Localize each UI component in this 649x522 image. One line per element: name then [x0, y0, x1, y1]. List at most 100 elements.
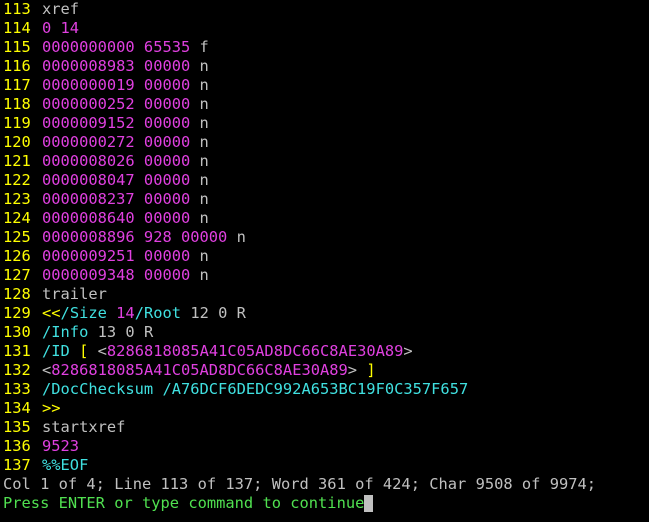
editor-line[interactable]: 133/DocChecksum /A76DCF6DEDC992A653BC19F… — [0, 380, 649, 399]
line-content: 0000009348 00000 n — [42, 266, 209, 285]
syntax-token: n — [199, 209, 209, 227]
editor-line[interactable]: 121 0000008026 00000 n — [0, 152, 649, 171]
editor-line[interactable]: 118 0000000252 00000 n — [0, 95, 649, 114]
line-content: 0000008640 00000 n — [42, 209, 209, 228]
line-number: 115 — [3, 38, 31, 56]
editor-line[interactable]: 132 <8286818085A41C05AD8DC66C8AE30A89> ] — [0, 361, 649, 380]
line-content: xref — [42, 0, 79, 19]
line-number: 127 — [3, 266, 31, 284]
syntax-token: 0000008237 00000 — [42, 190, 200, 208]
line-content: >> — [42, 399, 61, 418]
line-number: 135 — [3, 418, 31, 436]
syntax-token: 13 0 R — [97, 323, 154, 341]
editor-line[interactable]: 117 0000000019 00000 n — [0, 76, 649, 95]
syntax-token: f — [199, 38, 209, 56]
line-number: 123 — [3, 190, 31, 208]
syntax-token: trailer — [42, 285, 107, 303]
syntax-token: 8286818085A41C05AD8DC66C8AE30A89 — [51, 361, 348, 379]
line-number: 126 — [3, 247, 31, 265]
syntax-token: 0000008047 00000 — [42, 171, 200, 189]
syntax-token: [ — [79, 342, 98, 360]
line-number: 118 — [3, 95, 31, 113]
editor-line[interactable]: 123 0000008237 00000 n — [0, 190, 649, 209]
syntax-token: 0000000272 00000 — [42, 133, 200, 151]
line-number: 125 — [3, 228, 31, 246]
line-content: 0000008047 00000 n — [42, 171, 209, 190]
syntax-token: 0000000000 65535 — [42, 38, 200, 56]
prompt-text: Press ENTER or type command to continue — [3, 494, 365, 512]
line-number: 122 — [3, 171, 31, 189]
syntax-token: n — [199, 133, 209, 151]
editor-line[interactable]: 124 0000008640 00000 n — [0, 209, 649, 228]
syntax-token: n — [199, 171, 209, 189]
line-content: 0000000019 00000 n — [42, 76, 209, 95]
editor-buffer: 113 xref 114 0 14 115 0000000000 65535 f 116 00… — [0, 0, 649, 475]
syntax-token: > — [347, 361, 367, 379]
editor-line[interactable]: 125 0000008896 928 00000 n — [0, 228, 649, 247]
syntax-token: n — [199, 266, 209, 284]
syntax-token: 0000009251 00000 — [42, 247, 200, 265]
editor-line[interactable]: 135 startxref — [0, 418, 649, 437]
syntax-token: n — [199, 190, 209, 208]
editor-line[interactable]: 126 0000009251 00000 n — [0, 247, 649, 266]
line-number: 131 — [3, 342, 31, 360]
continue-prompt[interactable]: Press ENTER or type command to continue — [0, 494, 649, 513]
syntax-token: 0000000252 00000 — [42, 95, 200, 113]
line-number: 130 — [3, 323, 31, 341]
syntax-token: ] — [366, 361, 376, 379]
line-number: 134 — [3, 399, 31, 417]
line-content: <</Size 14/Root 12 0 R — [42, 304, 246, 323]
editor-line[interactable]: 127 0000009348 00000 n — [0, 266, 649, 285]
line-number: 133 — [3, 380, 31, 398]
syntax-token: << — [42, 304, 61, 322]
editor-line[interactable]: 137 %%EOF — [0, 456, 649, 475]
line-content: 0000000272 00000 n — [42, 133, 209, 152]
cursor-block — [364, 495, 374, 512]
editor-line[interactable]: 119 0000009152 00000 n — [0, 114, 649, 133]
syntax-token: n — [199, 152, 209, 170]
editor-line[interactable]: 116 0000008983 00000 n — [0, 57, 649, 76]
syntax-token: 0000008640 00000 — [42, 209, 200, 227]
syntax-token: 0000009152 00000 — [42, 114, 200, 132]
line-number: 124 — [3, 209, 31, 227]
editor-line[interactable]: 129 <</Size 14/Root 12 0 R — [0, 304, 649, 323]
line-number: 136 — [3, 437, 31, 455]
editor-line[interactable]: 134 >> — [0, 399, 649, 418]
line-number: 137 — [3, 456, 31, 474]
line-number: 120 — [3, 133, 31, 151]
terminal-window[interactable]: 113 xref 114 0 14 115 0000000000 65535 f 116 00… — [0, 0, 649, 522]
syntax-token: xref — [42, 0, 80, 18]
syntax-token: %%EOF — [42, 456, 89, 474]
editor-line[interactable]: 130/Info 13 0 R — [0, 323, 649, 342]
editor-line[interactable]: 115 0000000000 65535 f — [0, 38, 649, 57]
line-number: 121 — [3, 152, 31, 170]
syntax-token: 9523 — [42, 437, 80, 455]
editor-line[interactable]: 136 9523 — [0, 437, 649, 456]
line-number: 128 — [3, 285, 31, 303]
status-message: Col 1 of 4; Line 113 of 137; Word 361 of… — [3, 475, 597, 493]
line-number: 116 — [3, 57, 31, 75]
line-content: 0000009251 00000 n — [42, 247, 209, 266]
editor-line[interactable]: 131/ID [ <8286818085A41C05AD8DC66C8AE30A… — [0, 342, 649, 361]
syntax-token: 0000008983 00000 — [42, 57, 200, 75]
line-content: 0000000252 00000 n — [42, 95, 209, 114]
line-content: /DocChecksum /A76DCF6DEDC992A653BC19F0C3… — [42, 380, 468, 399]
editor-line[interactable]: 114 0 14 — [0, 19, 649, 38]
line-content: 0000000000 65535 f — [42, 38, 209, 57]
syntax-token: n — [199, 76, 209, 94]
syntax-token: /Info — [42, 323, 98, 341]
line-content: %%EOF — [42, 456, 88, 475]
line-number: 113 — [3, 0, 31, 18]
line-content: 0000009152 00000 n — [42, 114, 209, 133]
syntax-token: 8286818085A41C05AD8DC66C8AE30A89 — [106, 342, 404, 360]
line-content: /Info 13 0 R — [42, 323, 153, 342]
line-content: 0000008237 00000 n — [42, 190, 209, 209]
syntax-token: 12 0 R — [190, 304, 246, 322]
editor-line[interactable]: 128 trailer — [0, 285, 649, 304]
editor-line[interactable]: 122 0000008047 00000 n — [0, 171, 649, 190]
syntax-token: n — [199, 247, 209, 265]
editor-line[interactable]: 120 0000000272 00000 n — [0, 133, 649, 152]
syntax-token: /Size — [60, 304, 117, 322]
line-content: 0000008983 00000 n — [42, 57, 209, 76]
editor-line[interactable]: 113 xref — [0, 0, 649, 19]
